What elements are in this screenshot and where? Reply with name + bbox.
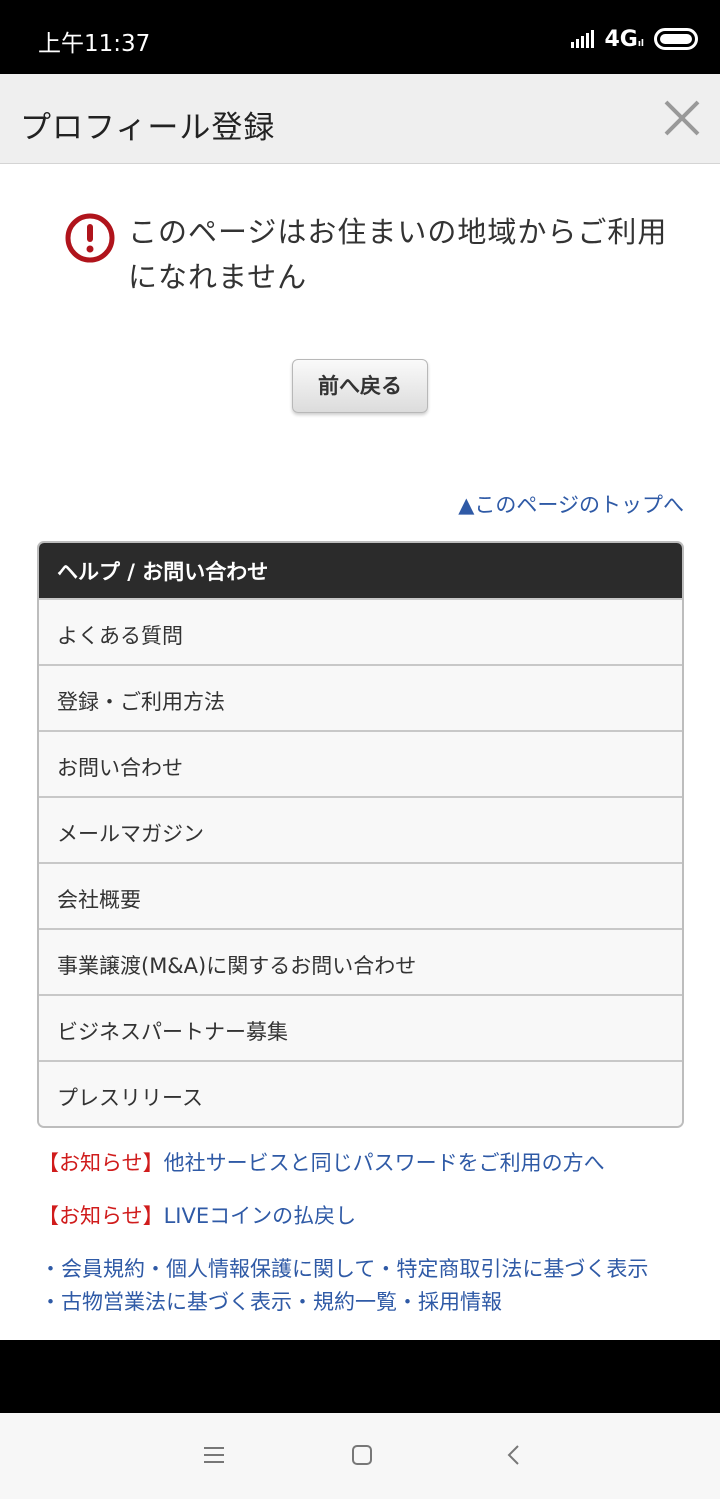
help-item-registration[interactable]: 登録・ご利用方法 [39, 664, 682, 730]
battery-icon [654, 28, 698, 50]
help-menu: ヘルプ / お問い合わせ よくある質問 登録・ご利用方法 お問い合わせ メールマ… [37, 541, 684, 1128]
system-nav-bar [0, 1413, 720, 1499]
close-icon[interactable] [662, 98, 702, 138]
home-icon[interactable] [350, 1443, 374, 1467]
notice-tag: 【お知らせ】 [38, 1151, 164, 1175]
notice-tag: 【お知らせ】 [38, 1204, 164, 1228]
help-item-partner[interactable]: ビジネスパートナー募集 [39, 994, 682, 1060]
blank-bar [0, 1340, 720, 1413]
menu-icon[interactable] [202, 1443, 226, 1467]
footer-links-line-1[interactable]: ・会員規約・個人情報保護に関して・特定商取引法に基づく表示 [40, 1253, 648, 1283]
signal-icon [571, 30, 595, 48]
page-title: プロフィール登録 [20, 110, 276, 146]
status-bar: 上午11:37 4Gıl [0, 0, 720, 74]
footer-links-line-2[interactable]: ・古物営業法に基づく表示・規約一覧・採用情報 [40, 1286, 502, 1316]
notice-text: LIVEコインの払戻し [163, 1204, 357, 1228]
notice-coin-refund[interactable]: 【お知らせ】LIVEコインの払戻し [38, 1200, 356, 1230]
help-item-company[interactable]: 会社概要 [39, 862, 682, 928]
status-icons: 4Gıl [571, 24, 698, 54]
help-item-ma-inquiry[interactable]: 事業譲渡(M&A)に関するお問い合わせ [39, 928, 682, 994]
status-time: 上午11:37 [38, 31, 151, 57]
error-message: このページはお住まいの地域からご利用になれません [128, 215, 668, 294]
help-item-faq[interactable]: よくある質問 [39, 598, 682, 664]
back-icon[interactable] [502, 1443, 526, 1467]
help-item-newsletter[interactable]: メールマガジン [39, 796, 682, 862]
back-button[interactable]: 前へ戻る [292, 359, 428, 413]
notice-password[interactable]: 【お知らせ】他社サービスと同じパスワードをご利用の方へ [38, 1147, 605, 1177]
notice-text: 他社サービスと同じパスワードをご利用の方へ [163, 1151, 605, 1175]
exclamation-circle-icon [65, 213, 115, 263]
network-type: 4Gıl [604, 26, 644, 52]
help-item-press[interactable]: プレスリリース [39, 1060, 682, 1126]
help-item-contact[interactable]: お問い合わせ [39, 730, 682, 796]
help-menu-heading: ヘルプ / お問い合わせ [39, 543, 682, 598]
app-header: プロフィール登録 [0, 74, 720, 164]
page-top-link[interactable]: ▲このページのトップへ [458, 489, 684, 519]
